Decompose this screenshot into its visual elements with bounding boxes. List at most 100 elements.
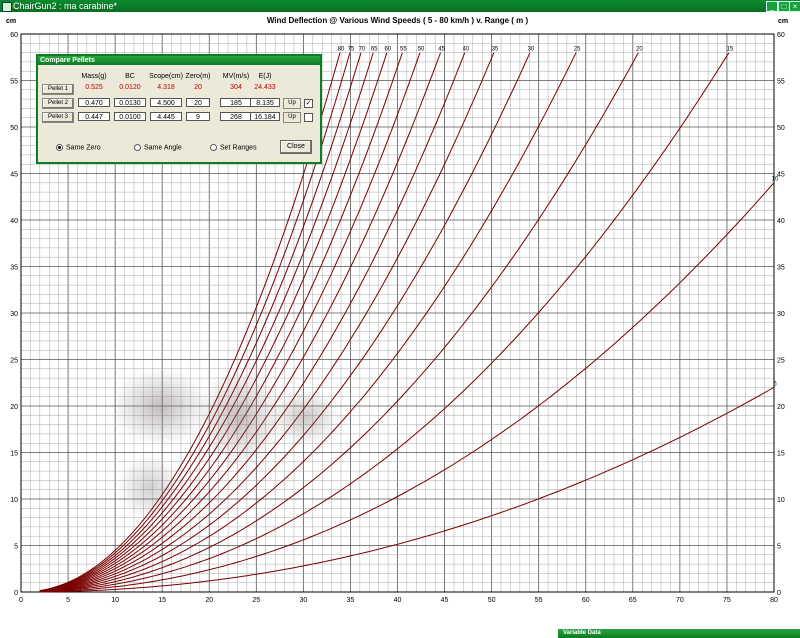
x-tick-label: 35 [347,597,355,604]
pellet-1-zero: 20 [194,84,202,91]
minimize-icon[interactable]: _ [766,1,778,12]
y-tick-label-left: 0 [14,590,18,597]
x-tick-label: 65 [629,597,637,604]
x-tick-label: 80 [770,597,778,604]
pellet-2-mass-input[interactable]: 0.470 [78,98,110,107]
x-tick-label: 60 [582,597,590,604]
radio-icon [210,144,217,151]
pellet-3-zero-input[interactable]: 9 [186,112,210,121]
y-tick-label-left: 60 [10,32,18,39]
series-label-70: 70 [359,47,366,53]
x-tick-label: 5 [66,597,70,604]
series-label-15: 15 [727,47,734,53]
y-tick-label-left: 40 [10,218,18,225]
y-tick-label-left: 5 [14,544,18,551]
y-tick-label-right: 50 [777,125,785,132]
y-tick-label-right: 10 [777,497,785,504]
header-energy: E(J) [258,73,272,80]
y-tick-label-right: 55 [777,79,785,86]
x-tick-label: 30 [299,597,307,604]
close-button[interactable]: Close [280,140,312,154]
x-tick-label: 15 [158,597,166,604]
series-label-10: 10 [772,177,779,183]
window-title: ChairGun2 : ma carabine* [13,1,118,11]
y-tick-label-left: 50 [10,125,18,132]
series-label-35: 35 [492,47,499,53]
y-tick-label-right: 15 [777,451,785,458]
y-tick-label-left: 55 [10,79,18,86]
pellet-2-zero-input[interactable]: 20 [186,98,210,107]
y-axis-label-left: cm [6,18,16,25]
pellet-1-scope: 4.318 [157,84,175,91]
x-tick-label: 75 [723,597,731,604]
pellet-2-up-button[interactable]: Up [283,98,301,109]
x-tick-label: 50 [488,597,496,604]
radio-set-ranges-label: Set Ranges [220,144,257,152]
x-tick-label: 25 [252,597,260,604]
series-label-20: 20 [636,47,643,53]
pellet-3-mv-input[interactable]: 268 [220,112,252,121]
pellet-3-energy: 16.184 [250,112,280,121]
pellet-2-scope-input[interactable]: 4.500 [150,98,182,107]
radio-same-angle-label: Same Angle [144,144,182,152]
pellet-3-up-button[interactable]: Up [283,112,301,123]
pellet-2-checkbox[interactable]: ✓ [304,99,313,108]
x-tick-label: 45 [441,597,449,604]
y-tick-label-left: 45 [10,172,18,179]
radio-same-zero[interactable]: Same Zero [56,144,101,151]
pellet-2-button[interactable]: Pellet 2 [42,98,74,109]
pellet-3-checkbox[interactable] [304,113,313,122]
pellet-2-energy: 8.135 [250,98,280,107]
y-tick-label-right: 0 [777,590,781,597]
series-label-65: 65 [371,47,378,53]
chart-title: Wind Deflection @ Various Wind Speeds ( … [267,16,529,25]
pellet-3-mass-input[interactable]: 0.447 [78,112,110,121]
series-label-75: 75 [348,47,355,53]
radio-set-ranges[interactable]: Set Ranges [210,144,257,151]
series-label-55: 55 [400,47,407,53]
pellet-2-mv-input[interactable]: 185 [220,98,252,107]
y-tick-label-left: 20 [10,404,18,411]
close-icon[interactable]: × [789,1,800,12]
header-mass: Mass(g) [81,73,107,80]
pellet-1-mass: 0.525 [85,84,103,91]
variable-data-tab[interactable]: Variable Data [558,629,800,638]
compare-pellets-panel: Compare Pellets Mass(g) BC Scope(cm) Zer… [36,54,322,164]
y-tick-label-left: 25 [10,358,18,365]
pellet-3-button[interactable]: Pellet 3 [42,112,74,123]
header-zero: Zero(m) [185,73,211,80]
y-axis-label-right: cm [778,18,788,25]
pellet-3-scope-input[interactable]: 4.445 [150,112,182,121]
y-tick-label-left: 15 [10,451,18,458]
series-label-25: 25 [574,47,581,53]
series-label-30: 30 [528,47,535,53]
chart-area: Wind Deflection @ Various Wind Speeds ( … [0,12,800,638]
radio-same-zero-label: Same Zero [66,144,101,152]
header-scope: Scope(cm) [149,73,183,80]
series-label-80: 80 [338,47,345,53]
header-bc: BC [125,73,135,80]
y-tick-label-right: 35 [777,265,785,272]
radio-selected-icon [56,144,63,151]
y-tick-label-right: 40 [777,218,785,225]
x-tick-label: 0 [19,597,23,604]
pellet-1-bc: 0.0120 [119,84,141,91]
pellet-3-bc-input[interactable]: 0.0100 [114,112,146,121]
x-tick-label: 40 [394,597,402,604]
y-tick-label-right: 20 [777,404,785,411]
pellet-1-energy: 24.433 [254,84,276,91]
radio-same-angle[interactable]: Same Angle [134,144,182,151]
series-label-60: 60 [385,47,392,53]
series-label-50: 50 [418,47,425,53]
x-tick-label: 70 [676,597,684,604]
x-tick-label: 20 [205,597,213,604]
pellet-2-bc-input[interactable]: 0.0130 [114,98,146,107]
series-label-5: 5 [773,381,777,387]
radio-icon [134,144,141,151]
y-tick-label-left: 10 [10,497,18,504]
pellet-1-button[interactable]: Pellet 1 [42,84,74,95]
y-tick-label-left: 35 [10,265,18,272]
series-label-40: 40 [462,47,469,53]
panel-title: Compare Pellets [38,56,320,65]
y-tick-label-right: 25 [777,358,785,365]
